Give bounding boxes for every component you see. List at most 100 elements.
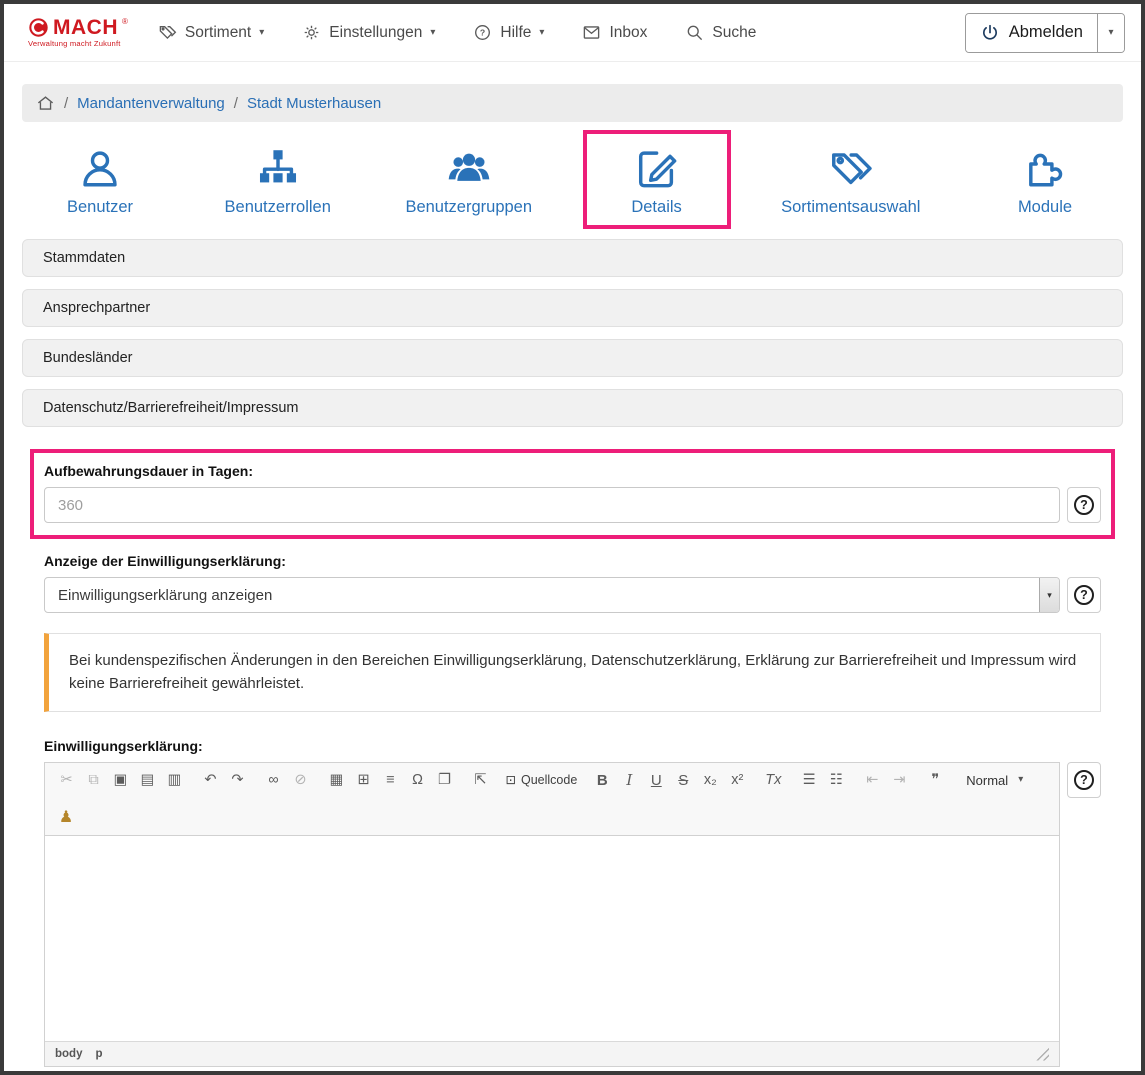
- paragraph-format-dropdown[interactable]: Normal ▾: [960, 769, 1029, 791]
- registered-mark: ®: [122, 18, 128, 26]
- nav-sortiment[interactable]: Sortiment ▾: [158, 23, 264, 42]
- toolbar-horizontal-rule-button[interactable]: ≡: [380, 769, 402, 791]
- toolbar-special-char-button[interactable]: Ω: [407, 769, 429, 791]
- toolbar-stamp-button[interactable]: ♟: [55, 807, 77, 829]
- toolbar-undo-button[interactable]: ↶: [200, 769, 222, 791]
- toolbar-paste-button[interactable]: ▣: [110, 769, 132, 791]
- toolbar-outdent-button[interactable]: ⇤: [861, 769, 883, 791]
- retention-input[interactable]: [44, 487, 1060, 523]
- toolbar-separator: [913, 780, 922, 781]
- breadcrumb: / Mandantenverwaltung / Stadt Musterhaus…: [22, 84, 1123, 122]
- toolbar-unlink-button[interactable]: ⊘: [290, 769, 312, 791]
- consent-display-help-button[interactable]: ?: [1067, 577, 1101, 613]
- chevron-down-icon: ▾: [539, 27, 544, 38]
- accordion-datenschutz[interactable]: Datenschutz/Barrierefreiheit/Impressum: [22, 389, 1123, 427]
- select-value: Einwilligungserklärung anzeigen: [58, 587, 272, 604]
- toolbar-strikethrough-button[interactable]: S: [672, 769, 694, 791]
- nav-label: Einstellungen: [329, 24, 422, 42]
- logout-dropdown-button[interactable]: ▾: [1097, 14, 1124, 52]
- editor-path-bar: body p: [45, 1041, 1059, 1066]
- consent-display-select[interactable]: Einwilligungserklärung anzeigen ▾: [44, 577, 1060, 613]
- nav-label: Sortiment: [185, 24, 251, 42]
- tab-benutzer[interactable]: Benutzer: [30, 134, 170, 225]
- resize-grip[interactable]: [1036, 1048, 1049, 1061]
- toolbar-separator: [949, 780, 958, 781]
- toolbar-table-button[interactable]: ⊞: [353, 769, 375, 791]
- toolbar-separator: [787, 780, 796, 781]
- accordion-ansprechpartner[interactable]: Ansprechpartner: [22, 289, 1123, 327]
- puzzle-icon: [1022, 146, 1068, 192]
- main-nav: Sortiment ▾ Einstellungen ▾ ? Hilfe ▾: [158, 23, 756, 42]
- tab-benutzerrollen[interactable]: Benutzerrollen: [205, 134, 351, 225]
- brand-name: MACH: [53, 17, 118, 38]
- user-icon: [77, 146, 123, 192]
- toolbar-maximize-button[interactable]: ⇱: [470, 769, 492, 791]
- toolbar-indent-button[interactable]: ⇥: [888, 769, 910, 791]
- toolbar-image-button[interactable]: ▦: [326, 769, 348, 791]
- toolbar-paste-text-button[interactable]: ▤: [137, 769, 159, 791]
- notice-text: Bei kundenspezifischen Änderungen in den…: [69, 652, 1076, 692]
- tab-module[interactable]: Module: [975, 134, 1115, 225]
- toolbar-remove-format-button[interactable]: Tx: [762, 769, 784, 791]
- tab-label: Module: [1018, 198, 1072, 217]
- tab-benutzergruppen[interactable]: Benutzergruppen: [385, 134, 552, 225]
- nav-einstellungen[interactable]: Einstellungen ▾: [302, 23, 435, 42]
- path-p[interactable]: p: [95, 1048, 102, 1060]
- toolbar-redo-button[interactable]: ↷: [227, 769, 249, 791]
- tab-label: Benutzer: [67, 198, 133, 217]
- rich-text-editor: ✂ ⧉ ▣ ▤ ▥ ↶ ↷ ∞ ⊘ ▦ ⊞ ≡: [44, 762, 1060, 1067]
- editor-content-area[interactable]: [45, 836, 1059, 1041]
- tab-label: Benutzerrollen: [225, 198, 331, 217]
- accordion-stammdaten[interactable]: Stammdaten: [22, 239, 1123, 277]
- mach-logo[interactable]: MACH ® Verwaltung macht Zukunft: [28, 17, 128, 48]
- gear-icon: [302, 23, 321, 42]
- accordion-list: Stammdaten Ansprechpartner Bundesländer …: [22, 239, 1123, 1067]
- consent-display-label: Anzeige der Einwilligungserklärung:: [44, 553, 1101, 569]
- edit-icon: [634, 146, 680, 192]
- annotation-retention-highlight: Aufbewahrungsdauer in Tagen: ?: [30, 449, 1115, 539]
- mail-icon: [582, 23, 601, 42]
- breadcrumb-separator: /: [64, 95, 68, 112]
- source-icon: ⊡: [506, 774, 516, 787]
- toolbar-separator: [580, 780, 589, 781]
- home-icon[interactable]: [36, 94, 55, 113]
- toolbar-cut-button[interactable]: ✂: [56, 769, 78, 791]
- power-icon: [980, 23, 1000, 43]
- nav-inbox[interactable]: Inbox: [582, 23, 647, 42]
- tab-label: Benutzergruppen: [405, 198, 532, 217]
- toolbar-numbered-list-button[interactable]: ☰: [798, 769, 820, 791]
- tags-icon: [828, 146, 874, 192]
- toolbar-paste-word-button[interactable]: ▥: [164, 769, 186, 791]
- tab-label: Details: [631, 198, 681, 217]
- chevron-down-icon: ▾: [430, 27, 435, 38]
- toolbar-bold-button[interactable]: B: [591, 769, 613, 791]
- toolbar-separator: [188, 780, 197, 781]
- toolbar-separator: [494, 780, 503, 781]
- nav-hilfe[interactable]: ? Hilfe ▾: [473, 23, 544, 42]
- toolbar-source-button[interactable]: ⊡ Quellcode: [506, 769, 578, 791]
- toolbar-superscript-button[interactable]: x²: [726, 769, 748, 791]
- toolbar-templates-button[interactable]: ❐: [434, 769, 456, 791]
- toolbar-blockquote-button[interactable]: ❞: [924, 769, 946, 791]
- toolbar-bulleted-list-button[interactable]: ☷: [825, 769, 847, 791]
- breadcrumb-link-stadt-musterhausen[interactable]: Stadt Musterhausen: [247, 95, 381, 112]
- help-icon: ?: [1074, 770, 1094, 790]
- toolbar-italic-button[interactable]: I: [618, 769, 640, 791]
- nav-suche[interactable]: Suche: [685, 23, 756, 42]
- breadcrumb-link-mandantenverwaltung[interactable]: Mandantenverwaltung: [77, 95, 225, 112]
- toolbar-underline-button[interactable]: U: [645, 769, 667, 791]
- consent-editor-help-button[interactable]: ?: [1067, 762, 1101, 798]
- tab-details[interactable]: Details: [587, 134, 727, 225]
- tab-sortimentsauswahl[interactable]: Sortimentsauswahl: [761, 134, 940, 225]
- toolbar-link-button[interactable]: ∞: [263, 769, 285, 791]
- chevron-down-icon: ▾: [1018, 775, 1023, 785]
- format-value: Normal: [966, 774, 1008, 787]
- logout-button[interactable]: Abmelden: [966, 14, 1097, 52]
- toolbar-subscript-button[interactable]: x₂: [699, 769, 721, 791]
- retention-help-button[interactable]: ?: [1067, 487, 1101, 523]
- datenschutz-panel: Aufbewahrungsdauer in Tagen: ? Anzeige d…: [22, 439, 1123, 1067]
- toolbar-copy-button[interactable]: ⧉: [83, 769, 105, 791]
- logout-split-button: Abmelden ▾: [965, 13, 1125, 53]
- accordion-bundeslaender[interactable]: Bundesländer: [22, 339, 1123, 377]
- path-body[interactable]: body: [55, 1048, 82, 1060]
